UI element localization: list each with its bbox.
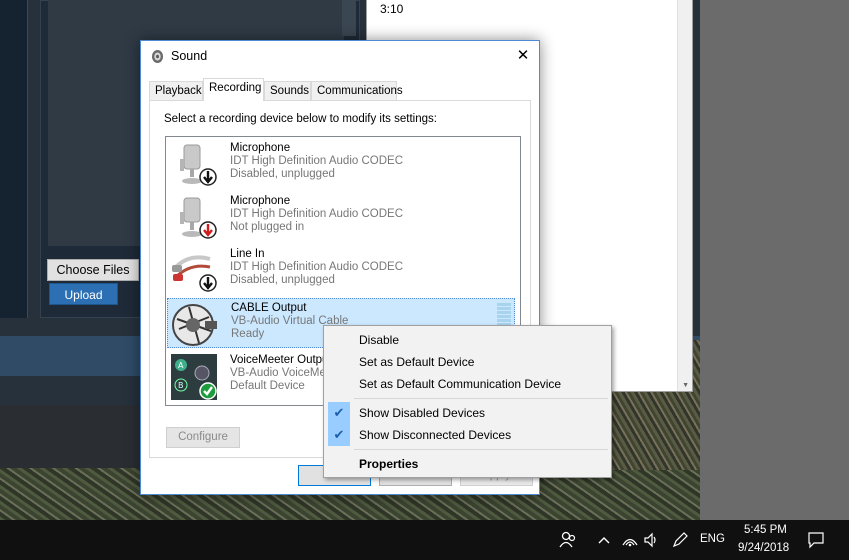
svg-text:A: A xyxy=(178,361,184,370)
tab-playback[interactable]: Playback xyxy=(149,81,203,100)
menu-item-show-disabled-devices[interactable]: ✔ Show Disabled Devices xyxy=(326,402,609,424)
context-menu: Disable Set as Default Device Set as Def… xyxy=(323,325,612,478)
menu-item-label: Set as Default Device xyxy=(359,355,475,369)
device-name: CABLE Output xyxy=(231,302,307,314)
menu-item-set-default-communication-device[interactable]: Set as Default Communication Device xyxy=(326,373,609,395)
menu-separator xyxy=(354,398,608,399)
checkmark-icon: ✔ xyxy=(328,424,350,446)
device-status: Not plugged in xyxy=(230,221,305,233)
dialog-title: Sound xyxy=(171,49,208,63)
device-item[interactable]: Microphone IDT High Definition Audio COD… xyxy=(167,192,515,242)
microphone-unplugged-icon xyxy=(180,197,217,239)
microphone-disabled-icon xyxy=(180,144,217,186)
device-driver: IDT High Definition Audio CODEC xyxy=(230,208,403,220)
notification-icon[interactable] xyxy=(806,530,826,550)
menu-item-label: Set as Default Communication Device xyxy=(359,377,562,391)
people-icon[interactable] xyxy=(558,530,578,550)
instruction-text: Select a recording device below to modif… xyxy=(164,113,437,125)
tab-sounds[interactable]: Sounds xyxy=(264,81,311,100)
device-item[interactable]: Line In IDT High Definition Audio CODEC … xyxy=(167,245,515,295)
configure-button[interactable]: Configure xyxy=(166,427,240,448)
device-status: Ready xyxy=(231,328,265,340)
choose-files-button[interactable]: Choose Files xyxy=(47,259,139,281)
device-name: Microphone xyxy=(230,142,291,154)
voicemeeter-icon: A B xyxy=(171,354,217,400)
menu-separator xyxy=(354,449,608,450)
device-name: VoiceMeeter Output xyxy=(230,354,332,366)
background-scrollbar[interactable] xyxy=(342,0,356,36)
tab-communications[interactable]: Communications xyxy=(311,81,403,100)
background-left-panel xyxy=(0,0,28,318)
clock-time[interactable]: 5:45 PM xyxy=(744,524,787,536)
taskbar: ENG 5:45 PM 9/24/2018 xyxy=(0,520,849,560)
menu-item-label: Disable xyxy=(359,333,400,347)
clock-date[interactable]: 9/24/2018 xyxy=(738,542,789,554)
menu-item-label: Show Disconnected Devices xyxy=(359,428,512,442)
tab-recording[interactable]: Recording xyxy=(203,78,264,101)
line-in-cable-icon xyxy=(172,255,217,292)
cable-output-icon xyxy=(172,304,217,346)
chevron-up-icon[interactable] xyxy=(594,530,614,550)
device-driver: IDT High Definition Audio CODEC xyxy=(230,155,403,167)
language-indicator[interactable]: ENG xyxy=(700,533,725,545)
background-window-scrollbar[interactable]: ▼ xyxy=(677,0,692,391)
desktop-right-area xyxy=(700,0,849,520)
device-name: Line In xyxy=(230,248,265,260)
device-status: Default Device xyxy=(230,380,305,392)
menu-item-disable[interactable]: Disable xyxy=(326,329,609,351)
menu-item-show-disconnected-devices[interactable]: ✔ Show Disconnected Devices xyxy=(326,424,609,446)
device-name: Microphone xyxy=(230,195,291,207)
dialog-titlebar[interactable]: Sound ✕ xyxy=(141,41,539,71)
speaker-icon xyxy=(152,50,163,63)
menu-item-set-default-device[interactable]: Set as Default Device xyxy=(326,351,609,373)
menu-item-label: Show Disabled Devices xyxy=(359,406,486,420)
pen-icon[interactable] xyxy=(670,530,690,550)
svg-text:B: B xyxy=(178,381,184,390)
menu-item-properties[interactable]: Properties xyxy=(326,453,609,475)
device-driver: IDT High Definition Audio CODEC xyxy=(230,261,403,273)
close-button[interactable]: ✕ xyxy=(507,41,539,71)
device-status: Disabled, unplugged xyxy=(230,168,335,180)
wifi-icon[interactable] xyxy=(620,530,640,550)
scroll-down-arrow-icon[interactable]: ▼ xyxy=(682,382,689,389)
menu-item-label: Properties xyxy=(359,457,419,471)
device-status: Disabled, unplugged xyxy=(230,274,335,286)
volume-icon[interactable] xyxy=(642,530,662,550)
checkmark-icon: ✔ xyxy=(328,402,350,424)
upload-button[interactable]: Upload xyxy=(49,283,118,305)
device-item[interactable]: Microphone IDT High Definition Audio COD… xyxy=(167,139,515,189)
background-window-text: 3:10 xyxy=(380,2,404,16)
